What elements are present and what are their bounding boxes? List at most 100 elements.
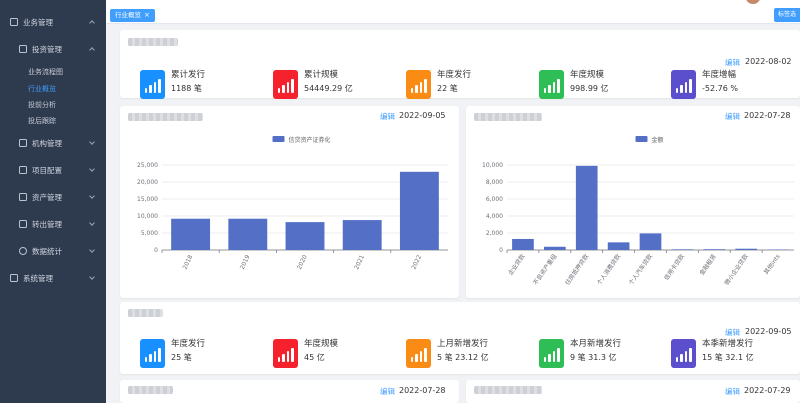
stat-card: 累计规模 54449.29 亿 <box>273 70 353 99</box>
y-tick-label: 6,000 <box>486 196 503 203</box>
panel-title-redacted <box>474 386 542 394</box>
sidebar-item-label: 机构管理 <box>32 138 62 148</box>
sidebar-item-investment[interactable]: 投资管理 <box>0 39 106 59</box>
stat-value: 25 笔 <box>171 353 192 362</box>
chevron-down-icon <box>89 220 95 226</box>
stat-card: 年度发行 22 笔 <box>406 70 471 99</box>
x-tick-label: 2018 <box>182 254 195 271</box>
stat-card: 年度规模 45 亿 <box>273 339 338 368</box>
tag-bar: 行业概览 × 标签选 <box>106 0 800 24</box>
chevron-down-icon <box>89 274 95 280</box>
y-tick-label: 10,000 <box>137 213 158 220</box>
stat-label: 年度发行 <box>437 70 472 80</box>
sidebar-item-institution[interactable]: 机构管理 <box>0 133 106 153</box>
grid-icon <box>19 193 27 201</box>
bar-chart-icon <box>273 70 298 99</box>
bar[interactable] <box>575 165 598 250</box>
panel-title-redacted <box>128 38 178 46</box>
legend-swatch[interactable] <box>272 136 285 142</box>
bar[interactable] <box>543 246 566 250</box>
y-tick-label: 15,000 <box>137 196 158 203</box>
building-icon <box>19 139 27 147</box>
stat-label: 累计发行 <box>171 70 206 80</box>
bar-chart-icon <box>406 339 431 368</box>
stat-value: 1188 笔 <box>171 84 202 93</box>
y-tick-label: 5,000 <box>141 230 158 237</box>
bar[interactable] <box>171 218 211 250</box>
stat-value: 9 笔 31.3 亿 <box>570 353 617 362</box>
edit-link[interactable]: 编辑 <box>380 386 395 397</box>
x-tick-label: 2019 <box>239 254 252 271</box>
chart-panel-right: 编辑 2022-07-28 金额 0 2,000 4,000 6,000 8,000 10,… <box>466 106 800 298</box>
x-tick-label: 个人消费贷款 <box>595 253 622 287</box>
sidebar-item-label: 系统管理 <box>23 273 53 283</box>
bar[interactable] <box>639 233 662 250</box>
chart-panel-left: 编辑 2022-09-05 信贷资产证券化 0 5,000 10,000 15,000 2… <box>120 106 459 298</box>
bar[interactable] <box>512 238 534 250</box>
sidebar-item-assets[interactable]: 资产管理 <box>0 187 106 207</box>
bar[interactable] <box>342 220 382 250</box>
bar[interactable] <box>285 222 325 250</box>
sidebar-item-label: 投资管理 <box>32 44 62 54</box>
sidebar-subitem-pre-investment[interactable]: 投前分析 <box>28 100 56 110</box>
stat-card: 上月新增发行 5 笔 23.12 亿 <box>406 339 489 368</box>
sidebar-item-label: 项目配置 <box>32 165 62 175</box>
sidebar-item-transfer[interactable]: 转出管理 <box>0 214 106 234</box>
stat-value: 54449.29 亿 <box>304 84 353 93</box>
grid-icon <box>10 18 18 26</box>
edit-link[interactable]: 编辑 <box>725 111 740 122</box>
stat-label: 年度规模 <box>570 70 605 80</box>
close-icon[interactable]: × <box>144 11 150 19</box>
stat-label: 本月新增发行 <box>570 339 622 349</box>
bar-chart-icon <box>140 339 165 368</box>
sidebar-subitem-post-investment[interactable]: 投后跟踪 <box>28 116 56 126</box>
stat-label: 年度增幅 <box>702 70 737 80</box>
sidebar-item-statistics[interactable]: 数据统计 <box>0 241 106 261</box>
bar[interactable] <box>735 248 758 250</box>
edit-link[interactable]: 编辑 <box>725 57 740 68</box>
stat-card: 本月新增发行 9 笔 31.3 亿 <box>539 339 621 368</box>
stat-card: 累计发行 1188 笔 <box>140 70 205 99</box>
x-tick-label: 金融租赁 <box>698 253 718 277</box>
tab-industry-overview[interactable]: 行业概览 × <box>110 9 155 22</box>
edit-link[interactable]: 编辑 <box>725 386 740 397</box>
y-tick-label: 4,000 <box>486 213 503 220</box>
chevron-up-icon <box>89 47 95 53</box>
y-tick-label: 25,000 <box>137 162 158 169</box>
sidebar-item-project-config[interactable]: 项目配置 <box>0 160 106 180</box>
stat-card: 本季新增发行 15 笔 32.1 亿 <box>671 339 754 368</box>
edit-link[interactable]: 编辑 <box>380 111 395 122</box>
bar-chart-issuance: 信贷资产证券化 0 5,000 10,000 15,000 20,000 25,000 201… <box>137 136 448 271</box>
sidebar-item-system[interactable]: 系统管理 <box>0 268 106 288</box>
bar[interactable] <box>671 249 694 250</box>
legend-swatch[interactable] <box>635 136 648 142</box>
y-tick-label: 8,000 <box>486 179 503 186</box>
sidebar-subitem-flowchart[interactable]: 业务流程图 <box>28 67 63 77</box>
sidebar-subitem-industry-overview[interactable]: 行业概览 <box>28 84 56 94</box>
stat-value: 22 笔 <box>437 84 458 93</box>
panel-title-redacted <box>128 386 173 394</box>
sidebar-item-business[interactable]: 业务管理 <box>0 12 106 32</box>
tag-select-button[interactable]: 标签选 <box>774 8 800 22</box>
stat-card: 年度增幅 -52.76 % <box>671 70 738 99</box>
chevron-down-icon <box>89 139 95 145</box>
x-tick-label: 2021 <box>353 254 366 271</box>
bar-chart-icon <box>539 70 564 99</box>
stat-label: 本季新增发行 <box>702 339 754 349</box>
panel-title-redacted <box>128 309 163 317</box>
legend-label[interactable]: 信贷资产证券化 <box>289 136 331 144</box>
stat-value: 15 笔 32.1 亿 <box>702 353 754 362</box>
sidebar-item-label: 资产管理 <box>32 192 62 202</box>
avatar[interactable] <box>746 0 760 4</box>
bar-chart-icon <box>671 339 696 368</box>
bar[interactable] <box>399 171 439 250</box>
panel-date: 2022-08-02 <box>745 57 792 66</box>
legend-label[interactable]: 金额 <box>652 136 664 144</box>
bar[interactable] <box>607 242 630 250</box>
y-tick-label: 2,000 <box>486 230 503 237</box>
bar[interactable] <box>703 249 726 250</box>
x-tick-label: 个人汽车贷款 <box>627 253 654 287</box>
stat-label: 上月新增发行 <box>437 339 489 349</box>
edit-link[interactable]: 编辑 <box>725 327 740 338</box>
bar[interactable] <box>228 218 268 250</box>
